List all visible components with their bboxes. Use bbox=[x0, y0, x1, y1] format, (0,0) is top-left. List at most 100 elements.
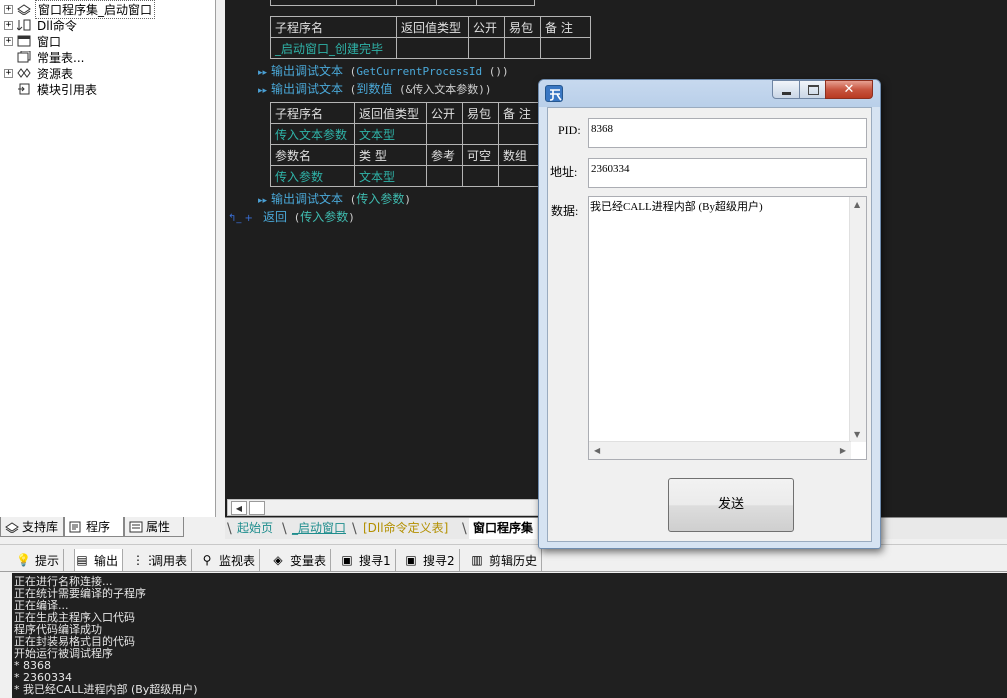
header-cell: 子程序名 bbox=[270, 102, 355, 124]
tab-search-1[interactable]: ▣ 搜寻1 bbox=[340, 549, 396, 571]
minimize-button[interactable] bbox=[772, 80, 800, 99]
scroll-down-icon[interactable]: ▼ bbox=[854, 430, 860, 439]
tree-item-label: 常量表... bbox=[37, 50, 85, 65]
header-cell: 可空 bbox=[462, 144, 499, 166]
scroll-thumb[interactable] bbox=[249, 501, 265, 515]
tab-window-assembly[interactable]: 窗口程序集 bbox=[469, 518, 538, 539]
tree-item-label: Dll命令 bbox=[37, 18, 77, 33]
expand-icon[interactable]: + bbox=[4, 36, 13, 46]
param-type[interactable]: 文本型 bbox=[354, 165, 427, 187]
send-button[interactable]: 发送 bbox=[668, 478, 794, 532]
tab-label: 属性 bbox=[146, 520, 171, 534]
header-cell: 参数名 bbox=[270, 144, 355, 166]
tab-label: 程序 bbox=[86, 520, 111, 534]
subroutine-name[interactable]: _启动窗口_创建完毕 bbox=[270, 37, 397, 59]
tab-variable-table[interactable]: ◈ 变量表 bbox=[271, 549, 332, 571]
param-name[interactable]: 传入参数 bbox=[270, 165, 355, 187]
tab-program[interactable]: 程序 bbox=[64, 517, 124, 537]
data-textarea[interactable]: 我已经CALL进程内部 (By超级用户) ▲ ▼ ◀ ▶ bbox=[588, 196, 867, 460]
editor-horizontal-scrollbar[interactable]: ◀ bbox=[227, 499, 540, 516]
code-line[interactable]: ▸▸ 输出调试文本 (传入参数) bbox=[258, 190, 411, 207]
variable-icon: ◈ bbox=[273, 553, 283, 567]
tab-output[interactable]: ▤ 输出 bbox=[74, 549, 124, 571]
dialog-body: PID: 8368 地址: 2360334 数据: 我已经CALL进程内部 (B… bbox=[547, 107, 872, 542]
tab-search-2[interactable]: ▣ 搜寻2 bbox=[404, 549, 460, 571]
expand-icon[interactable]: + bbox=[4, 4, 13, 14]
tab-label: 调用表 bbox=[151, 553, 188, 568]
app-logo-icon bbox=[545, 85, 563, 102]
output-line: 程序代码编译成功 bbox=[14, 623, 102, 636]
tree-item-label: 资源表 bbox=[37, 66, 74, 81]
tab-watch-table[interactable]: ⚲ 监视表 bbox=[200, 549, 261, 571]
pid-field[interactable]: 8368 bbox=[588, 118, 867, 148]
output-line: 正在编译... bbox=[14, 599, 69, 612]
header-cell: 公开 bbox=[426, 102, 463, 124]
tab-properties[interactable]: 属性 bbox=[124, 517, 184, 537]
subroutine-table: 子程序名 返回值类型 公开 易包 备 注 _启动窗口_创建完毕 bbox=[270, 16, 591, 59]
address-field[interactable]: 2360334 bbox=[588, 158, 867, 188]
tab-dll-command-table[interactable]: [Dll命令定义表] bbox=[359, 518, 452, 539]
tree-item-constants[interactable]: 常量表... bbox=[4, 49, 86, 65]
expand-icon[interactable]: + bbox=[4, 68, 13, 78]
output-line: * 8368 bbox=[14, 659, 51, 672]
constant-table-icon bbox=[17, 51, 31, 63]
tab-call-table[interactable]: ⋮⋮ 调用表 bbox=[132, 549, 193, 571]
scroll-right-icon[interactable]: ▶ bbox=[840, 446, 846, 455]
scroll-left-icon[interactable]: ◀ bbox=[594, 446, 600, 455]
tree-item-resources[interactable]: + 资源表 bbox=[4, 65, 75, 81]
window-icon bbox=[17, 35, 31, 47]
data-value: 我已经CALL进程内部 (By超级用户) bbox=[590, 201, 763, 213]
flow-arrow-icon: ▸▸ bbox=[258, 196, 268, 206]
table-fragment bbox=[270, 0, 535, 6]
close-icon: ✕ bbox=[843, 82, 855, 97]
scroll-up-icon[interactable]: ▲ bbox=[854, 200, 860, 209]
code-line[interactable]: ▸▸ 输出调试文本 (到数值 (&传入文本参数)) bbox=[258, 80, 491, 97]
tab-hints[interactable]: 💡 提示 bbox=[16, 549, 65, 571]
output-left-strip bbox=[0, 573, 12, 698]
header-cell: 返回值类型 bbox=[354, 102, 427, 124]
tab-support-library[interactable]: 支持库 bbox=[0, 517, 64, 537]
clipboard-icon: ▥ bbox=[471, 553, 483, 567]
call-dialog-window: ✕ PID: 8368 地址: 2360334 数据: 我已经CALL进程内部 … bbox=[538, 79, 881, 549]
output-line: 开始运行被调试程序 bbox=[14, 647, 113, 660]
tab-label: 搜寻2 bbox=[423, 553, 455, 568]
function-call: GetCurrentProcessId bbox=[356, 65, 483, 78]
data-horizontal-scrollbar[interactable]: ◀ ▶ bbox=[589, 441, 851, 459]
scroll-left-icon[interactable]: ◀ bbox=[231, 501, 247, 515]
library-icon bbox=[5, 521, 19, 533]
close-button[interactable]: ✕ bbox=[825, 80, 873, 99]
address-label: 地址: bbox=[550, 165, 578, 179]
code-line[interactable]: ↰_ + 返回 (传入参数) bbox=[228, 208, 355, 225]
maximize-button[interactable] bbox=[799, 80, 826, 99]
tree-item-module-refs[interactable]: 模块引用表 bbox=[4, 81, 99, 97]
resource-icon bbox=[17, 68, 31, 78]
tab-label: 变量表 bbox=[290, 553, 327, 568]
subroutine-name[interactable]: 传入文本参数 bbox=[270, 123, 355, 145]
splitter[interactable] bbox=[216, 0, 225, 517]
properties-icon bbox=[129, 521, 143, 532]
magnifier-icon: ⚲ bbox=[202, 553, 212, 567]
program-icon bbox=[69, 521, 81, 532]
flow-arrow-icon: ▸▸ bbox=[258, 68, 268, 78]
header-cell: 参考 bbox=[426, 144, 463, 166]
function-name: 输出调试文本 bbox=[271, 82, 344, 96]
return-type[interactable]: 文本型 bbox=[354, 123, 427, 145]
expand-icon[interactable]: + bbox=[4, 20, 13, 30]
dialog-titlebar[interactable]: ✕ bbox=[539, 80, 880, 107]
tab-start-page[interactable]: 起始页 bbox=[233, 518, 277, 539]
output-icon: ▤ bbox=[76, 553, 88, 567]
header-cell: 返回值类型 bbox=[396, 16, 469, 38]
header-cell: 类 型 bbox=[354, 144, 427, 166]
tab-startup-window[interactable]: _启动窗口 bbox=[288, 518, 350, 539]
tab-clipboard-history[interactable]: ▥ 剪辑历史 bbox=[470, 549, 543, 571]
tree-item-window-assembly[interactable]: + 窗口程序集_启动窗口 bbox=[4, 0, 156, 19]
output-panel[interactable]: 正在进行名称连接... 正在统计需要编译的子程序 正在编译... 正在生成主程序… bbox=[12, 573, 1007, 698]
data-vertical-scrollbar[interactable]: ▲ ▼ bbox=[849, 197, 866, 442]
pid-label: PID: bbox=[558, 123, 581, 137]
tree-item-dll-commands[interactable]: + Dll命令 bbox=[4, 17, 79, 33]
header-cell: 数组 bbox=[498, 144, 539, 166]
tree-item-window[interactable]: + 窗口 bbox=[4, 33, 63, 49]
code-line[interactable]: ▸▸ 输出调试文本 (GetCurrentProcessId ()) bbox=[258, 62, 509, 79]
tab-label: 输出 bbox=[94, 553, 119, 568]
tree-item-label: 窗口 bbox=[37, 34, 62, 49]
